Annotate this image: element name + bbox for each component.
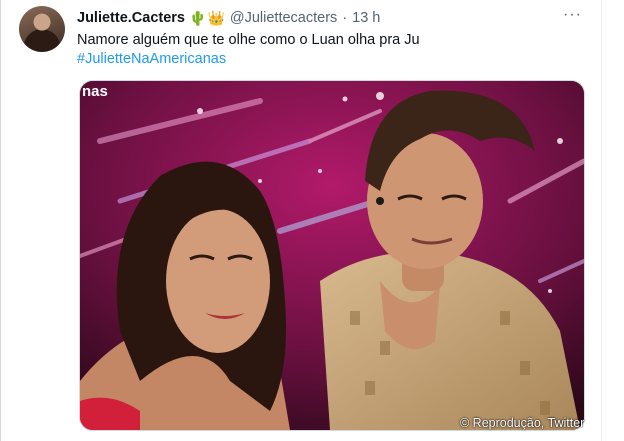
corner-text: nas [82, 83, 108, 100]
tweet-media[interactable]: nas [79, 80, 585, 431]
avatar[interactable] [19, 6, 65, 52]
more-options-icon[interactable]: ··· [563, 7, 585, 23]
timestamp[interactable]: 13 h [352, 10, 380, 26]
separator-dot: · [342, 10, 348, 26]
crown-emoji-icon: 👑 [207, 9, 225, 26]
tweet-header: Juliette.Cacters 🌵 👑 @Juliettecacters · … [77, 8, 380, 28]
user-handle[interactable]: @Juliettecacters [230, 10, 337, 26]
media-photo [80, 81, 584, 430]
hashtag-link[interactable]: #JulietteNaAmericanas [77, 50, 420, 69]
page-left-border [0, 0, 1, 441]
cactus-emoji-icon: 🌵 [189, 9, 207, 26]
page-right-border [601, 0, 602, 441]
display-name[interactable]: Juliette.Cacters [77, 10, 185, 26]
tweet-body: Namore alguém que te olhe como o Luan ol… [77, 31, 420, 69]
media-corner-text: nas [82, 83, 108, 100]
photo-credit: © Reprodução, Twitter [460, 416, 585, 430]
tweet-text: Namore alguém que te olhe como o Luan ol… [77, 32, 420, 48]
